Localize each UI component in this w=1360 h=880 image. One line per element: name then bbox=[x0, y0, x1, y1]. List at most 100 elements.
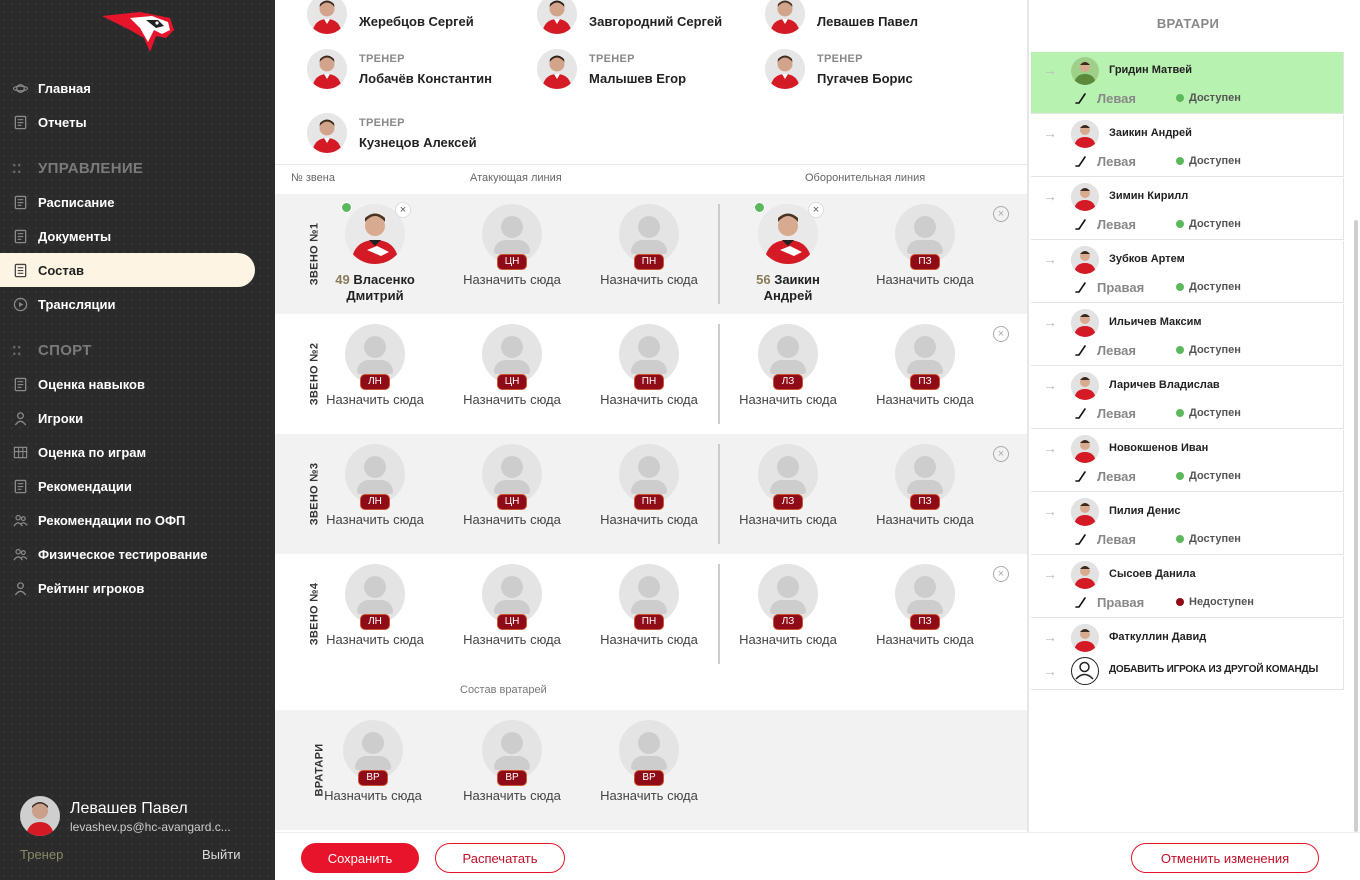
arrow-right-icon[interactable]: → bbox=[1043, 314, 1057, 330]
remove-player-icon[interactable]: × bbox=[808, 202, 824, 218]
goalie-list-item[interactable]: → Пилия Денис Левая Доступен bbox=[1031, 493, 1344, 555]
position-slot[interactable]: ЛЗ Назначить сюда bbox=[738, 444, 838, 528]
coach-card[interactable]: ТРЕНЕР Пугачев Борис bbox=[765, 49, 913, 89]
clear-line-icon[interactable]: × bbox=[993, 206, 1009, 222]
cancel-changes-button[interactable]: Отменить изменения bbox=[1131, 843, 1319, 873]
goalie-name: Ларичев Владислав bbox=[1109, 379, 1220, 391]
position-badge: ЛН bbox=[360, 494, 390, 510]
nav-item-label: Оценка по играм bbox=[38, 444, 147, 460]
position-slot[interactable]: ЛЗ Назначить сюда bbox=[738, 324, 838, 408]
arrow-right-icon[interactable]: → bbox=[1043, 251, 1057, 267]
goalie-name: Фаткуллин Давид bbox=[1109, 631, 1207, 643]
clear-line-icon[interactable]: × bbox=[993, 566, 1009, 582]
nav-item-1-nav_top[interactable]: Отчеты bbox=[0, 105, 255, 139]
position-slot[interactable]: ЛН Назначить сюда bbox=[325, 564, 425, 648]
clear-line-icon[interactable]: × bbox=[993, 326, 1009, 342]
hockey-stick-icon bbox=[1075, 533, 1087, 545]
nav-item-1-nav_sport[interactable]: Игроки bbox=[0, 401, 255, 435]
arrow-right-icon[interactable]: → bbox=[1043, 503, 1057, 519]
position-slot[interactable]: ПН Назначить сюда bbox=[599, 324, 699, 408]
goalie-slot[interactable]: ВР Назначить сюда bbox=[599, 720, 699, 804]
goalie-list-item[interactable]: → Гридин Матвей Левая Доступен bbox=[1031, 52, 1344, 114]
position-slot[interactable]: ПЗ Назначить сюда bbox=[875, 564, 975, 648]
goalie-list-item[interactable]: → Заикин Андрей Левая Доступен bbox=[1031, 115, 1344, 177]
nav-item-4-nav_sport[interactable]: Рекомендации по ОФП bbox=[0, 503, 255, 537]
position-slot[interactable]: ЦН Назначить сюда bbox=[462, 324, 562, 408]
position-slot[interactable]: ПЗ Назначить сюда bbox=[875, 324, 975, 408]
section-sport-title: ⁚⁚ СПОРТ bbox=[12, 342, 92, 359]
arrow-right-icon[interactable]: → bbox=[1043, 377, 1057, 393]
goalie-list-item[interactable]: → Зимин Кирилл Левая Доступен bbox=[1031, 178, 1344, 240]
user-avatar[interactable] bbox=[20, 796, 60, 836]
goalie-hand: Левая bbox=[1097, 91, 1136, 106]
arrow-right-icon[interactable]: → bbox=[1043, 125, 1057, 141]
coach-card[interactable]: ТРЕНЕР Малышев Егор bbox=[537, 49, 686, 89]
position-slot[interactable]: ПЗ Назначить сюда bbox=[875, 204, 975, 288]
coach-card[interactable]: Жеребцов Сергей bbox=[307, 0, 474, 34]
goalie-list-item[interactable]: → Новокшенов Иван Левая Доступен bbox=[1031, 430, 1344, 492]
goalie-list-item[interactable]: → Ильичев Максим Левая Доступен bbox=[1031, 304, 1344, 366]
add-player-row[interactable]: → ДОБАВИТЬ ИГРОКА ИЗ ДРУГОЙ КОМАНДЫ bbox=[1031, 654, 1344, 690]
coach-avatar bbox=[765, 0, 805, 34]
position-slot[interactable]: ЦН Назначить сюда bbox=[462, 204, 562, 288]
nav-item-0-nav_manage[interactable]: Расписание bbox=[0, 185, 255, 219]
goalie-slot[interactable]: ВР Назначить сюда bbox=[462, 720, 562, 804]
nav-item-6-nav_sport[interactable]: Рейтинг игроков bbox=[0, 571, 255, 605]
position-slot[interactable]: ЦН Назначить сюда bbox=[462, 444, 562, 528]
nav-item-0-nav_sport[interactable]: Оценка навыков bbox=[0, 367, 255, 401]
position-slot[interactable]: ЛН Назначить сюда bbox=[325, 324, 425, 408]
position-slot[interactable]: ЦН Назначить сюда bbox=[462, 564, 562, 648]
nav-item-1-nav_manage[interactable]: Документы bbox=[0, 219, 255, 253]
arrow-right-icon[interactable]: → bbox=[1043, 566, 1057, 582]
position-badge: ЛЗ bbox=[773, 614, 803, 630]
logout-button[interactable]: Выйти bbox=[202, 847, 241, 862]
position-slot[interactable]: ПН Назначить сюда bbox=[599, 204, 699, 288]
position-slot[interactable]: × 56 Заикин Андрей bbox=[738, 202, 838, 304]
position-slot[interactable]: ЛН Назначить сюда bbox=[325, 444, 425, 528]
clear-line-icon[interactable]: × bbox=[993, 446, 1009, 462]
nav-item-0-nav_top[interactable]: Главная bbox=[0, 71, 255, 105]
goalie-list-item[interactable]: → Сысоев Данила Правая Недоступен bbox=[1031, 556, 1344, 618]
availability-dot bbox=[1176, 409, 1184, 417]
club-logo[interactable] bbox=[100, 8, 175, 53]
coach-card[interactable]: ТРЕНЕР Лобачёв Константин bbox=[307, 49, 492, 89]
coach-card[interactable]: Левашев Павел bbox=[765, 0, 918, 34]
coach-card[interactable]: ТРЕНЕР Кузнецов Алексей bbox=[307, 113, 477, 153]
save-button[interactable]: Сохранить bbox=[301, 843, 419, 873]
player-placeholder-icon: ВР bbox=[619, 720, 679, 786]
goalie-list-item[interactable]: → Фаткуллин Давид bbox=[1031, 619, 1344, 655]
goalie-list-item[interactable]: → Зубков Артем Правая Доступен bbox=[1031, 241, 1344, 303]
nav-item-3-nav_sport[interactable]: Рекомендации bbox=[0, 469, 255, 503]
scrollbar[interactable] bbox=[1354, 220, 1358, 832]
arrow-right-icon[interactable]: → bbox=[1043, 188, 1057, 204]
position-slot[interactable]: ПЗ Назначить сюда bbox=[875, 444, 975, 528]
position-slot[interactable]: ЛЗ Назначить сюда bbox=[738, 564, 838, 648]
availability-status: Доступен bbox=[1189, 155, 1241, 167]
arrow-right-icon[interactable]: → bbox=[1043, 440, 1057, 456]
position-badge: ЛН bbox=[360, 614, 390, 630]
goalie-slot[interactable]: ВР Назначить сюда bbox=[323, 720, 423, 804]
nav-item-2-nav_sport[interactable]: Оценка по играм bbox=[0, 435, 255, 469]
attack-defense-separator bbox=[718, 324, 720, 424]
user-outline-icon bbox=[1071, 657, 1099, 685]
player-placeholder-icon: ПЗ bbox=[895, 564, 955, 630]
availability-dot bbox=[1176, 535, 1184, 543]
remove-player-icon[interactable]: × bbox=[395, 202, 411, 218]
nav-item-2-nav_manage[interactable]: Состав bbox=[0, 253, 255, 287]
nav-item-5-nav_sport[interactable]: Физическое тестирование bbox=[0, 537, 255, 571]
document-icon bbox=[12, 376, 28, 392]
position-slot[interactable]: × 49 Власенко Дмитрий bbox=[325, 202, 425, 304]
goalie-list-item[interactable]: → Ларичев Владислав Левая Доступен bbox=[1031, 367, 1344, 429]
arrow-right-icon[interactable]: → bbox=[1043, 62, 1057, 78]
availability-dot bbox=[1176, 94, 1184, 102]
coach-card[interactable]: Завгородний Сергей bbox=[537, 0, 722, 34]
position-slot[interactable]: ПН Назначить сюда bbox=[599, 564, 699, 648]
player-placeholder-icon: ЛЗ bbox=[758, 444, 818, 510]
nav-item-3-nav_manage[interactable]: Трансляции bbox=[0, 287, 255, 321]
user-email: levashev.ps@hc-avangard.c... bbox=[70, 820, 231, 834]
goalies-section-title: Состав вратарей bbox=[460, 684, 547, 696]
print-button[interactable]: Распечатать bbox=[435, 843, 565, 873]
position-slot[interactable]: ПН Назначить сюда bbox=[599, 444, 699, 528]
player-photo: × bbox=[341, 202, 411, 264]
arrow-right-icon[interactable]: → bbox=[1043, 629, 1057, 645]
